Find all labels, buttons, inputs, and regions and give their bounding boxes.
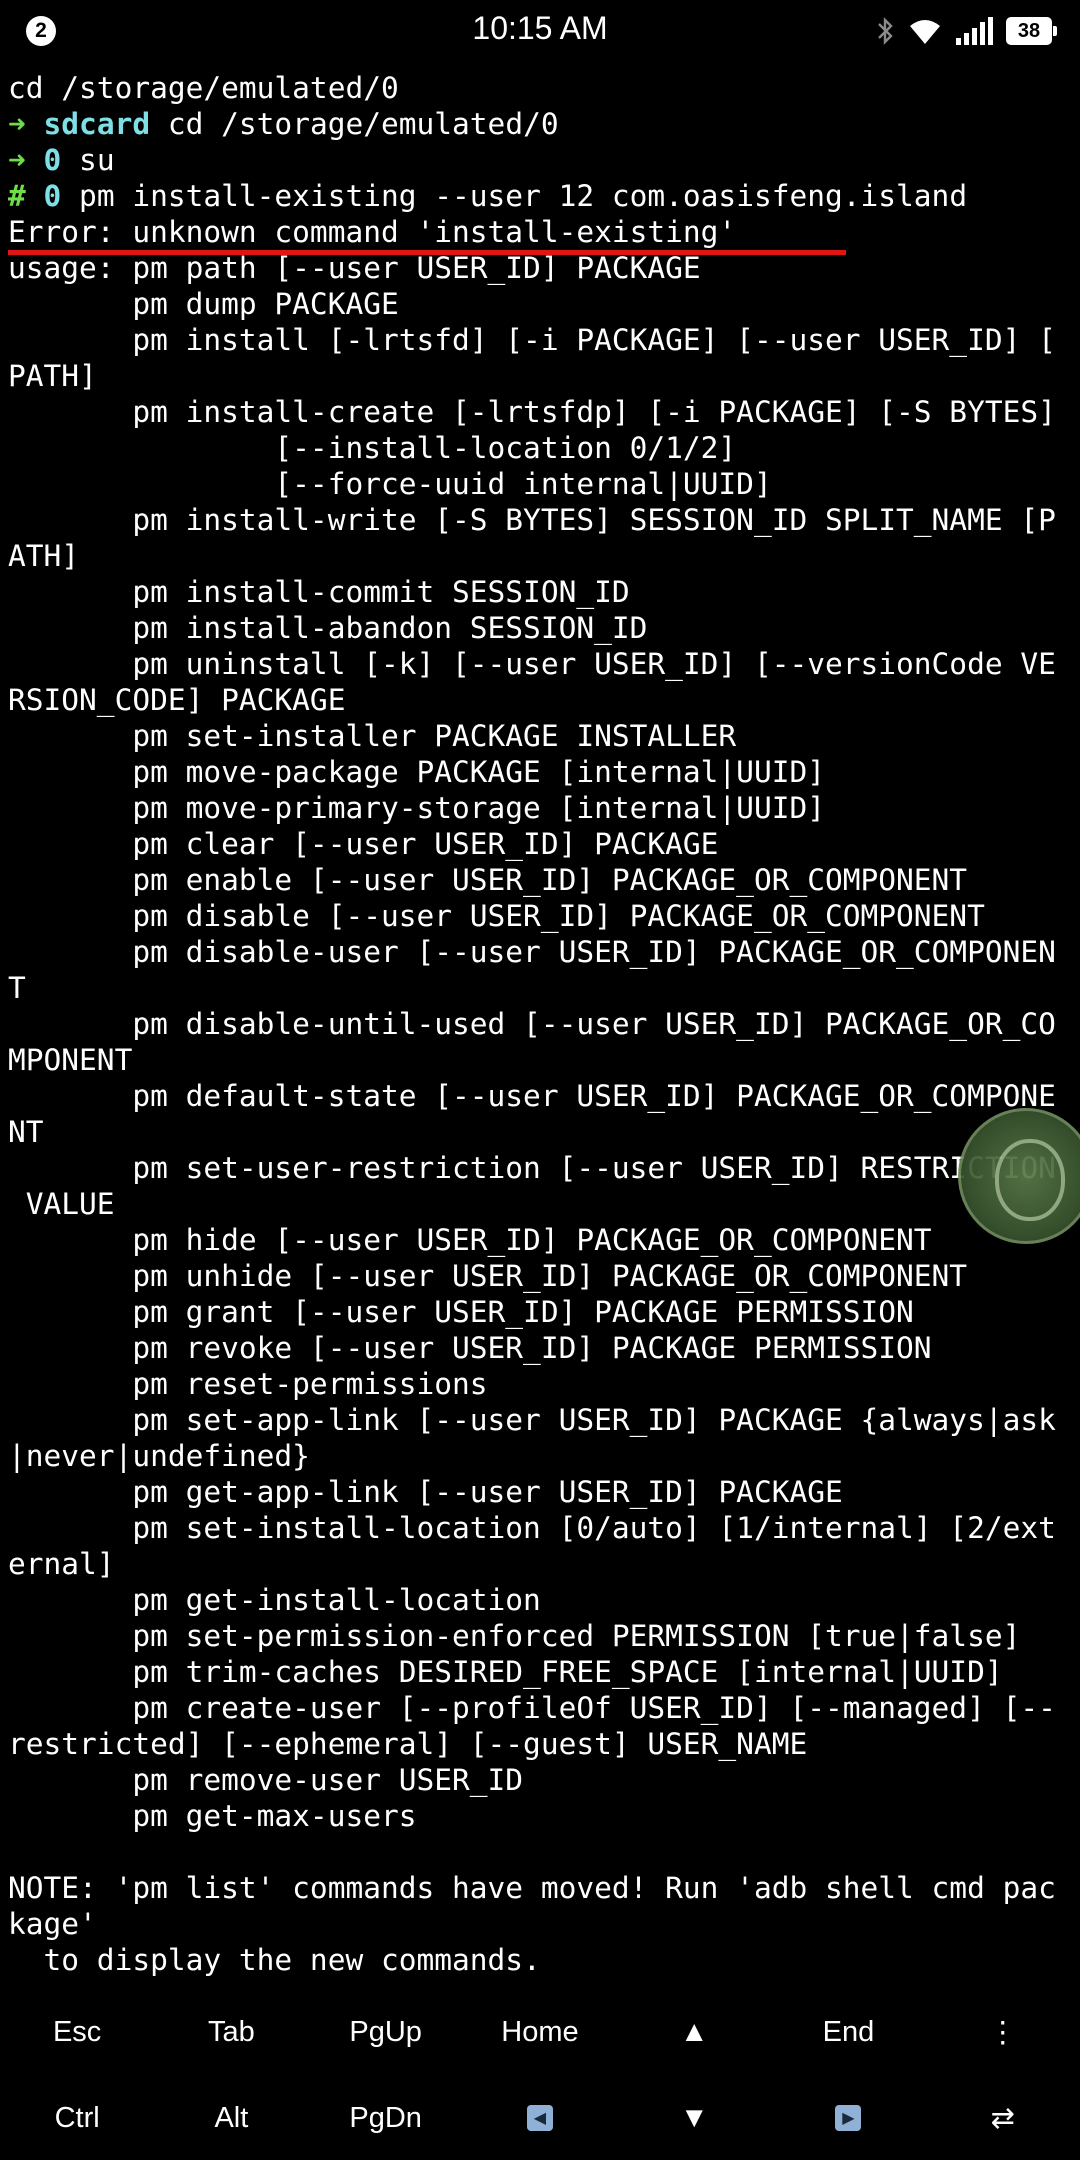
extra-keys-row-2: Ctrl Alt PgDn ◀ ▼ ▶ ⇄ [0, 2076, 1080, 2160]
key-swap-icon[interactable]: ⇄ [926, 2076, 1080, 2160]
terminal-line: ernal] [8, 1547, 115, 1581]
terminal-line: pm install-abandon SESSION_ID [8, 611, 648, 645]
key-right-arrow[interactable]: ▶ [771, 2076, 925, 2160]
terminal-line: pm set-app-link [--user USER_ID] PACKAGE… [8, 1403, 1056, 1437]
error-line: Error: unknown command 'install-existing… [8, 215, 737, 249]
terminal-line: pm install [-lrtsfd] [-i PACKAGE] [--use… [8, 323, 1056, 357]
terminal-line: pm get-app-link [--user USER_ID] PACKAGE [8, 1475, 843, 1509]
terminal-line: pm unhide [--user USER_ID] PACKAGE_OR_CO… [8, 1259, 968, 1293]
terminal-line: pm set-installer PACKAGE INSTALLER [8, 719, 737, 753]
terminal-line: MPONENT [8, 1043, 133, 1077]
key-more-icon[interactable]: ⋮ [926, 1990, 1080, 2074]
key-up-arrow-icon[interactable]: ▲ [617, 1990, 771, 2074]
key-down-arrow-icon[interactable]: ▼ [617, 2076, 771, 2160]
terminal-line: pm grant [--user USER_ID] PACKAGE PERMIS… [8, 1295, 914, 1329]
terminal-line: pm install-commit SESSION_ID [8, 575, 630, 609]
terminal-line: to display the new commands. [8, 1943, 541, 1977]
extra-keys-row-1: Esc Tab PgUp Home ▲ End ⋮ [0, 1990, 1080, 2074]
terminal-line: pm get-install-location [8, 1583, 541, 1617]
key-pgdn[interactable]: PgDn [309, 2076, 463, 2160]
terminal-line: PATH] [8, 359, 97, 393]
terminal-line: pm remove-user USER_ID [8, 1763, 524, 1797]
terminal-line: pm create-user [--profileOf USER_ID] [--… [8, 1691, 1056, 1725]
terminal-line: pm move-package PACKAGE [internal|UUID] [8, 755, 825, 789]
prompt-line: ➜ 0 su [8, 142, 1072, 178]
prompt-directory: 0 [43, 179, 62, 213]
key-left-arrow[interactable]: ◀ [463, 2076, 617, 2160]
terminal-line: pm set-user-restriction [--user USER_ID]… [8, 1151, 1056, 1185]
prompt-directory: 0 [43, 143, 62, 177]
prompt-line: # 0 pm install-existing --user 12 com.oa… [8, 178, 1072, 214]
bluetooth-icon [878, 17, 893, 45]
terminal-line: VALUE [8, 1187, 115, 1221]
terminal-line: usage: pm path [--user USER_ID] PACKAGE [8, 251, 701, 285]
signal-icon [956, 17, 993, 45]
prompt-command: pm install-existing --user 12 com.oasisf… [61, 179, 968, 213]
error-highlight-underline [8, 250, 846, 255]
terminal-line: pm trim-caches DESIRED_FREE_SPACE [inter… [8, 1655, 1003, 1689]
terminal-line: ATH] [8, 539, 80, 573]
status-bar: 2 10:15 AM 38 [0, 0, 1080, 62]
terminal-line: pm disable-user [--user USER_ID] PACKAGE… [8, 935, 1056, 969]
terminal-line: pm default-state [--user USER_ID] PACKAG… [8, 1079, 1056, 1113]
terminal-line: RSION_CODE] PACKAGE [8, 683, 346, 717]
left-arrow-icon: ◀ [526, 2105, 553, 2131]
terminal-line: pm set-install-location [0/auto] [1/inte… [8, 1511, 1056, 1545]
key-alt[interactable]: Alt [154, 2076, 308, 2160]
terminal-line: pm install-create [-lrtsfdp] [-i PACKAGE… [8, 395, 1056, 429]
root-prompt-icon: # [8, 179, 26, 213]
terminal-line: pm clear [--user USER_ID] PACKAGE [8, 827, 719, 861]
terminal-line: |never|undefined} [8, 1439, 310, 1473]
terminal-line: restricted] [--ephemeral] [--guest] USER… [8, 1727, 808, 1761]
terminal-line: kage' [8, 1907, 97, 1941]
terminal-line: pm install-write [-S BYTES] SESSION_ID S… [8, 503, 1056, 537]
terminal-output[interactable]: cd /storage/emulated/0 ➜ sdcard cd /stor… [8, 70, 1072, 1986]
terminal-line: pm disable [--user USER_ID] PACKAGE_OR_C… [8, 899, 985, 933]
terminal-line: pm dump PACKAGE [8, 287, 399, 321]
terminal-line: pm enable [--user USER_ID] PACKAGE_OR_CO… [8, 863, 968, 897]
prompt-line: ➜ sdcard cd /storage/emulated/0 [8, 106, 1072, 142]
right-arrow-icon: ▶ [835, 2105, 862, 2131]
terminal-line: T [8, 971, 26, 1005]
prompt-arrow-icon: ➜ [8, 107, 26, 141]
terminal-line: pm hide [--user USER_ID] PACKAGE_OR_COMP… [8, 1223, 932, 1257]
key-ctrl[interactable]: Ctrl [0, 2076, 154, 2160]
terminal-line: NOTE: 'pm list' commands have moved! Run… [8, 1871, 1056, 1905]
terminal-line: pm uninstall [-k] [--user USER_ID] [--ve… [8, 647, 1056, 681]
terminal-line: NT [8, 1115, 44, 1149]
terminal-line: pm set-permission-enforced PERMISSION [t… [8, 1619, 1021, 1653]
terminal-line: pm disable-until-used [--user USER_ID] P… [8, 1007, 1056, 1041]
key-home[interactable]: Home [463, 1990, 617, 2074]
terminal-line: [--force-uuid internal|UUID] [8, 467, 772, 501]
key-end[interactable]: End [771, 1990, 925, 2074]
bubble-icon [995, 1139, 1065, 1221]
terminal-line: [--install-location 0/1/2] [8, 431, 737, 465]
prompt-command: su [61, 143, 115, 177]
terminal-line: pm get-max-users [8, 1799, 417, 1833]
battery-icon: 38 [1006, 17, 1057, 45]
terminal-line: pm reset-permissions [8, 1367, 488, 1401]
wifi-icon [910, 20, 940, 44]
terminal-line: cd /storage/emulated/0 [8, 71, 399, 105]
prompt-command: cd /storage/emulated/0 [150, 107, 559, 141]
prompt-arrow-icon: ➜ [8, 143, 26, 177]
terminal-line: pm move-primary-storage [internal|UUID] [8, 791, 825, 825]
key-esc[interactable]: Esc [0, 1990, 154, 2074]
prompt-directory: sdcard [43, 107, 151, 141]
key-pgup[interactable]: PgUp [309, 1990, 463, 2074]
terminal-line: pm revoke [--user USER_ID] PACKAGE PERMI… [8, 1331, 932, 1365]
key-tab[interactable]: Tab [154, 1990, 308, 2074]
extra-keys-bar: Esc Tab PgUp Home ▲ End ⋮ Ctrl Alt PgDn … [0, 1990, 1080, 2160]
